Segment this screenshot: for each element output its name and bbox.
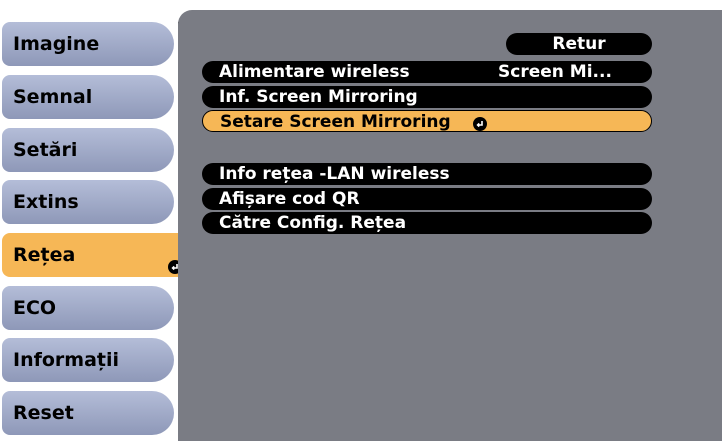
menu-item-label: Imagine bbox=[13, 33, 100, 55]
menu-item-label: Extins bbox=[13, 191, 79, 213]
return-button[interactable]: Retur bbox=[506, 33, 652, 55]
menu-item-label: Reset bbox=[13, 402, 74, 424]
row-label: Inf. Screen Mirroring bbox=[219, 87, 418, 107]
menu-item-reset[interactable]: Reset bbox=[2, 391, 174, 435]
projector-menu-screen: Imagine Semnal Setări Extins Rețea ECO I… bbox=[0, 0, 722, 441]
return-label: Retur bbox=[552, 34, 606, 54]
row-info-retea-lan-wireless[interactable]: Info rețea -LAN wireless bbox=[202, 163, 652, 185]
row-setare-screen-mirroring[interactable]: Setare Screen Mirroring bbox=[202, 110, 652, 132]
menu-item-label: ECO bbox=[13, 297, 57, 319]
menu-item-label: Informații bbox=[13, 349, 120, 371]
menu-item-extins[interactable]: Extins bbox=[2, 180, 174, 224]
menu-item-setari[interactable]: Setări bbox=[2, 128, 174, 172]
menu-item-eco[interactable]: ECO bbox=[2, 286, 174, 330]
row-label: Info rețea -LAN wireless bbox=[219, 164, 450, 184]
row-value: Screen Mi... bbox=[498, 62, 612, 82]
menu-item-label: Rețea bbox=[13, 244, 76, 266]
row-afisare-cod-qr[interactable]: Afișare cod QR bbox=[202, 188, 652, 210]
menu-item-informatii[interactable]: Informații bbox=[2, 338, 174, 382]
row-label: Afișare cod QR bbox=[219, 189, 360, 209]
row-inf-screen-mirroring[interactable]: Inf. Screen Mirroring bbox=[202, 86, 652, 108]
menu-item-label: Semnal bbox=[13, 86, 93, 108]
menu-item-retea[interactable]: Rețea bbox=[2, 233, 190, 277]
menu-item-label: Setări bbox=[13, 139, 78, 161]
row-catre-config-retea[interactable]: Către Config. Rețea bbox=[202, 212, 652, 234]
row-label: Alimentare wireless bbox=[219, 62, 410, 82]
main-menu-sidebar: Imagine Semnal Setări Extins Rețea ECO I… bbox=[0, 0, 192, 441]
row-label: Către Config. Rețea bbox=[219, 213, 407, 233]
menu-item-imagine[interactable]: Imagine bbox=[2, 22, 174, 66]
enter-icon bbox=[473, 115, 487, 137]
row-label: Setare Screen Mirroring bbox=[220, 112, 451, 132]
menu-item-semnal[interactable]: Semnal bbox=[2, 75, 174, 119]
row-alimentare-wireless[interactable]: Alimentare wireless Screen Mi... bbox=[202, 61, 652, 83]
